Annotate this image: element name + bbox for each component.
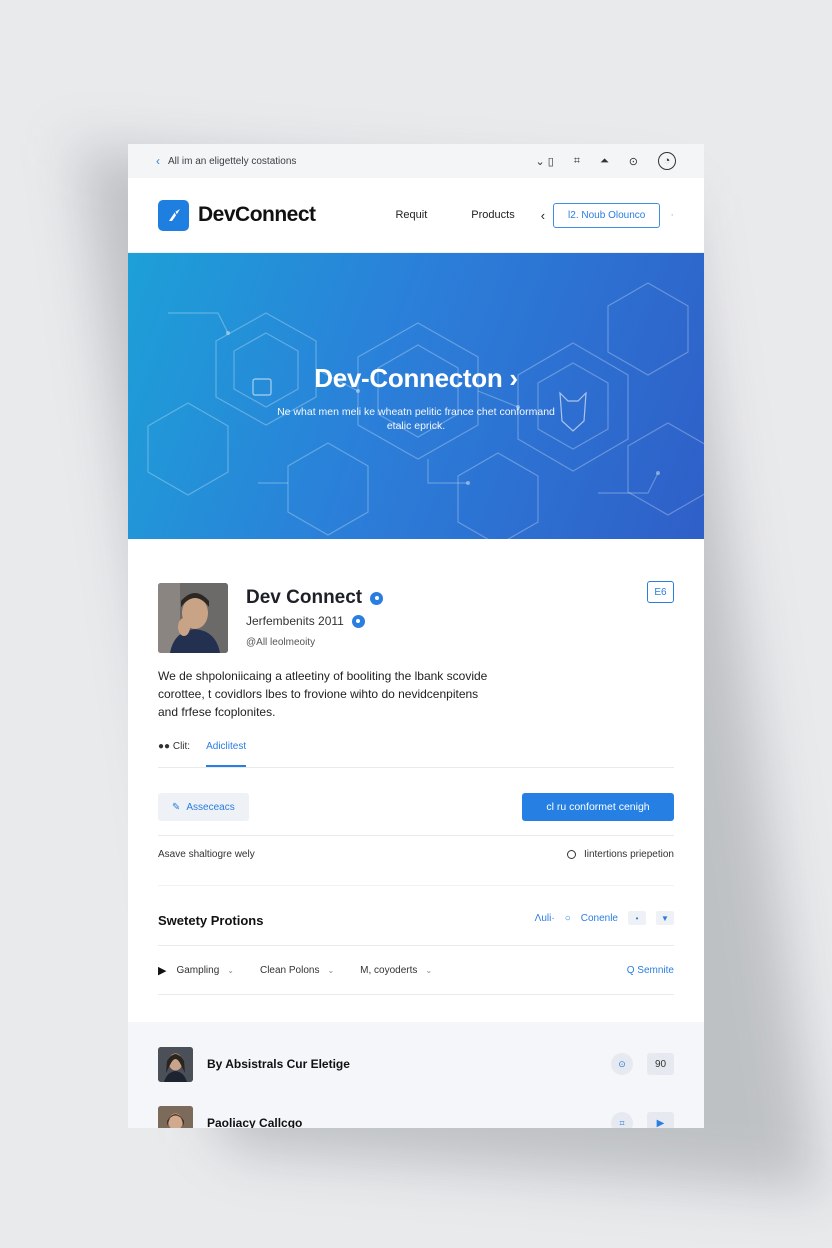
list-item-avatar — [158, 1046, 193, 1082]
play-button[interactable]: ▶ — [647, 1112, 674, 1128]
play-icon[interactable]: ▶ — [158, 964, 166, 977]
header-cta-button[interactable]: l2. Noub Olounco — [553, 202, 661, 228]
chevron-down-icon: ⌄ — [227, 965, 234, 975]
tab-clit[interactable]: ●● Clit: — [158, 735, 190, 767]
list-item-title: Paoliacy Callcgo — [207, 1116, 303, 1128]
list-item-count: 90 — [647, 1053, 674, 1075]
filter-label: M, coyoderts — [360, 964, 418, 976]
browser-bar: ‹ All im an eligettely costations ⌄ ▯ ⌗ … — [128, 144, 704, 178]
logo-text[interactable]: DevConnect — [198, 203, 351, 227]
chevron-left-icon[interactable]: ‹ — [541, 208, 545, 223]
hero-title: Dev-Connecton › — [314, 363, 518, 393]
filter-bar: ▶ Gampling ⌄ Clean Polons ⌄ M, coyoderts… — [158, 945, 674, 995]
logo-icon[interactable] — [158, 199, 189, 231]
filter-label: Gampling — [176, 964, 220, 976]
hero-subtitle-line-2: etalic eprick. — [386, 420, 446, 432]
grid-icon[interactable]: ⌗ — [611, 1112, 633, 1128]
hero-subtitle: Ne what men meli ke wheatn pelitic franc… — [128, 405, 704, 433]
hero-banner: Dev-Connecton › Ne what men meli ke whea… — [128, 253, 704, 539]
triangle-icon[interactable]: ⏶ — [600, 155, 609, 168]
bio-line: corottee, t covidlors lbes to frovione w… — [158, 687, 479, 701]
location-icon[interactable]: ⊙ — [611, 1053, 633, 1075]
browser-page: ‹ All im an eligettely costations ⌄ ▯ ⌗ … — [128, 144, 704, 1128]
sort-control[interactable]: Ʌuli· — [535, 913, 555, 924]
filter-label: Clean Polons — [259, 964, 320, 976]
filter-clean-polons[interactable]: Clean Polons ⌄ — [260, 965, 334, 976]
filter-coyoderts[interactable]: M, coyoderts ⌄ — [360, 965, 432, 976]
profile-handle[interactable]: @All leolmeoity — [246, 637, 315, 648]
search-link[interactable]: Q Semnite — [627, 965, 674, 976]
tag-chip[interactable]: • — [628, 911, 646, 925]
profile-name: Dev Connect — [246, 587, 384, 609]
item-list: By Absistrals Cur Eletige ⊙ 90 Paoliacy … — [128, 1022, 704, 1128]
hexagon-network-graphic — [147, 282, 704, 539]
settings-icon[interactable]: ◔ — [658, 152, 676, 170]
joined-date: Jerfembenits 2011 — [246, 614, 344, 628]
chevron-down-icon: ⌄ — [327, 965, 335, 975]
list-item-avatar — [158, 1105, 193, 1128]
assets-button[interactable]: ✎ Asseceacs — [158, 793, 249, 821]
more-dot: · — [670, 209, 674, 221]
info-badge-icon — [351, 614, 365, 628]
availability-text: Asave shaltiogre wely — [158, 849, 255, 860]
nav-item-products[interactable]: Products — [471, 209, 514, 221]
divider — [158, 835, 674, 836]
tab-adiclitest[interactable]: Adiclitest — [206, 735, 247, 767]
divider — [158, 885, 674, 886]
grid-icon[interactable]: ⌗ — [574, 155, 580, 168]
hero-subtitle-line-1: Ne what men meli ke wheatn pelitic franc… — [277, 406, 555, 418]
address-bar[interactable]: All im an eligettely costations — [168, 156, 535, 167]
profile-bio: We de shpoloniicaing a atleetiny of bool… — [158, 667, 518, 721]
nav-item-requit[interactable]: Requit — [395, 209, 427, 221]
list-item-title: By Absistrals Cur Eletige — [207, 1057, 350, 1071]
main-nav: Requit Products ‹ l2. Noub Olounco · — [351, 202, 674, 228]
chevron-down-icon: ⌄ — [425, 965, 433, 975]
intentions-option[interactable]: Iintertions priepetion — [566, 849, 674, 860]
list-item[interactable]: Paoliacy Callcgo ⌗ ▶ — [158, 1105, 674, 1128]
profile-joined: Jerfembenits 2011 — [246, 614, 365, 628]
search-circle-icon[interactable]: ○ — [565, 913, 571, 924]
section-controls: Ʌuli· ○ Conenle • ▼ — [535, 911, 674, 925]
console-link[interactable]: Conenle — [581, 913, 618, 924]
chevron-down-icon[interactable]: ▼ — [656, 911, 674, 925]
record-icon[interactable]: ⊙ — [629, 155, 638, 168]
dropdown-icon[interactable]: ⌄ ▯ — [535, 155, 553, 168]
profile-card: Dev Connect Jerfembenits 2011 @All leolm… — [128, 539, 704, 777]
radio-icon[interactable] — [566, 850, 576, 859]
actions-bar: ✎ Asseceacs cl ru conformet cenigh Asave… — [128, 777, 704, 889]
connect-button[interactable]: cl ru conformet cenigh — [522, 793, 674, 821]
list-item[interactable]: By Absistrals Cur Eletige ⊙ 90 — [158, 1046, 674, 1082]
filter-gampling[interactable]: Gampling ⌄ — [176, 965, 234, 976]
intentions-label: Iintertions priepetion — [583, 849, 674, 860]
section-title: Swetety Protions — [158, 913, 264, 928]
section-protions: Swetety Protions Ʌuli· ○ Conenle • ▼ ▶ G… — [128, 889, 704, 1029]
browser-tools: ⌄ ▯ ⌗ ⏶ ⊙ ◔ — [535, 152, 676, 170]
site-header: DevConnect Requit Products ‹ l2. Noub Ol… — [128, 178, 704, 253]
bio-line: and frfese fcoplonites. — [158, 705, 276, 719]
pencil-icon: ✎ — [172, 801, 181, 813]
profile-tabs: ●● Clit: Adiclitest — [158, 735, 674, 768]
assets-button-label: Asseceacs — [186, 801, 235, 813]
back-arrow-icon[interactable]: ‹ — [156, 154, 160, 168]
avatar[interactable] — [158, 583, 228, 653]
profile-name-text: Dev Connect — [246, 587, 363, 608]
verified-badge-icon — [370, 591, 384, 605]
edit-profile-button[interactable]: E6 — [647, 581, 674, 603]
bio-line: We de shpoloniicaing a atleetiny of bool… — [158, 669, 488, 683]
